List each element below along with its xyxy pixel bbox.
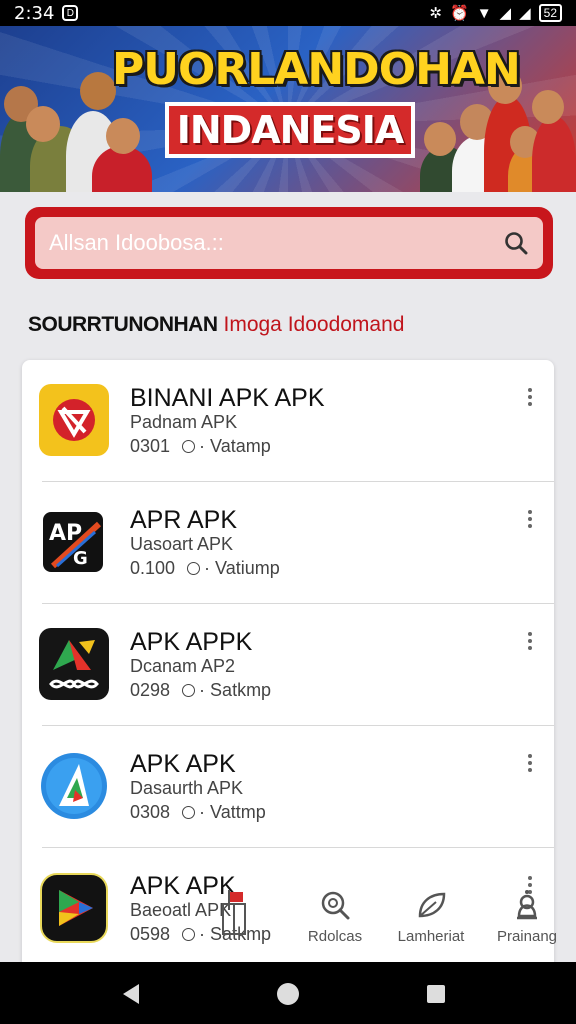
- wifi-icon: ▼: [476, 4, 492, 22]
- gift-flag-icon: [222, 890, 246, 935]
- more-options-icon[interactable]: [524, 754, 536, 772]
- section-heading-bold: SOURRTUNONHAN: [28, 313, 218, 336]
- app-list: BINANI APK APK Padnam APK 0301 · Vatamp A…: [22, 360, 554, 970]
- list-item[interactable]: APK APPK Dcanam AP2 0298 · Satkmp: [22, 604, 554, 726]
- signal-icon-2: ◢: [519, 5, 531, 22]
- section-heading-accent: Imoga Idoodomand: [223, 313, 405, 336]
- app-meta: 0.100 · Vatiump: [130, 558, 280, 578]
- notification-icon: D: [62, 5, 79, 21]
- green-red-a-infinity-icon: [39, 628, 109, 700]
- more-options-icon[interactable]: [524, 388, 536, 406]
- back-icon[interactable]: [123, 984, 139, 1004]
- app-meta: 0308 · Vattmp: [130, 802, 266, 822]
- hero-banner: PUORLANDOHAN INDANESIA: [0, 26, 576, 192]
- signal-icon: ◢: [499, 5, 512, 22]
- home-icon[interactable]: [277, 983, 299, 1005]
- apk-x-logo-icon: AP G: [39, 506, 109, 578]
- app-size: 0298: [130, 680, 171, 700]
- status-time: 2:34: [14, 2, 55, 24]
- app-meta: 0298 · Satkmp: [130, 680, 272, 700]
- blue-a-play-icon: [39, 750, 109, 822]
- nav-item-gift[interactable]: [194, 888, 274, 946]
- battery-icon: 52: [538, 4, 562, 22]
- binance-style-red-on-yellow-icon: [39, 384, 109, 456]
- app-meta: 0301 · Vatamp: [130, 436, 271, 456]
- more-options-icon[interactable]: [524, 510, 536, 528]
- banner-title: PUORLANDOHAN: [112, 44, 521, 95]
- system-nav-bar: [0, 962, 576, 1024]
- list-item[interactable]: APK APK Baeoatl APK 0598 · Satkmp: [22, 848, 554, 970]
- app-size: 0301: [130, 436, 171, 456]
- app-subtitle: Uasoart APK: [130, 534, 234, 554]
- nav-label: Prainang: [496, 928, 558, 945]
- search-bar[interactable]: Allsan Idoobosa.::: [25, 207, 553, 279]
- app-name: APK APPK: [130, 628, 253, 656]
- status-icons: ✲ ⏰ ▼ ◢ ◢ 52: [429, 4, 562, 22]
- leaf-edit-icon: [418, 892, 446, 918]
- app-status: Satkmp: [210, 680, 272, 700]
- app-subtitle: Dasaurth APK: [130, 778, 244, 798]
- clock-icon: [187, 562, 201, 575]
- alarm-icon: ⏰: [450, 5, 469, 22]
- app-size: 0598: [130, 924, 171, 944]
- list-item[interactable]: AP G APR APK Uasoart APK 0.100 · Vatiump: [22, 482, 554, 604]
- list-item[interactable]: BINANI APK APK Padnam APK 0301 · Vatamp: [22, 360, 554, 482]
- clock-icon: [182, 684, 196, 697]
- app-status: Vatiump: [215, 558, 280, 578]
- banner-subtitle: INDANESIA: [176, 108, 405, 152]
- app-subtitle: Padnam APK: [130, 412, 238, 432]
- clock-icon: [182, 440, 196, 453]
- nav-label: Rdolcas: [307, 928, 363, 945]
- svg-text:G: G: [73, 548, 88, 569]
- app-size: 0308: [130, 802, 171, 822]
- nav-item-rdolcas[interactable]: Rdolcas: [295, 888, 375, 945]
- app-name: BINANI APK APK: [130, 384, 325, 412]
- app-size: 0.100: [130, 558, 176, 578]
- search-icon[interactable]: [503, 230, 529, 256]
- do-not-disturb-icon: ✲: [429, 5, 442, 22]
- list-item[interactable]: APK APK Dasaurth APK 0308 · Vattmp: [22, 726, 554, 848]
- nav-item-lamheriat[interactable]: Lamheriat: [391, 888, 471, 945]
- nav-item-prainang[interactable]: Prainang: [487, 888, 567, 945]
- play-store-triangle-icon: [39, 872, 109, 944]
- search-placeholder: Allsan Idoobosa.::: [49, 230, 224, 255]
- section-heading: SOURRTUNONHAN Imoga Idoodomand: [28, 313, 404, 337]
- nav-label: Lamheriat: [397, 928, 465, 945]
- more-options-icon[interactable]: [524, 632, 536, 650]
- banner-subtitle-box: INDANESIA: [165, 102, 415, 158]
- status-bar: 2:34 D ✲ ⏰ ▼ ◢ ◢ 52: [0, 0, 576, 26]
- app-name: APR APK: [130, 506, 237, 534]
- recent-apps-icon[interactable]: [427, 985, 445, 1003]
- app-name: APK APK: [130, 750, 236, 778]
- app-status: Vatamp: [210, 436, 271, 456]
- app-status: Vattmp: [210, 802, 266, 822]
- person-bell-icon: [517, 890, 537, 920]
- app-subtitle: Dcanam AP2: [130, 656, 236, 676]
- clock-icon: [182, 806, 196, 819]
- search-input[interactable]: Allsan Idoobosa.::: [35, 217, 543, 269]
- search-zoom-icon: [321, 891, 350, 920]
